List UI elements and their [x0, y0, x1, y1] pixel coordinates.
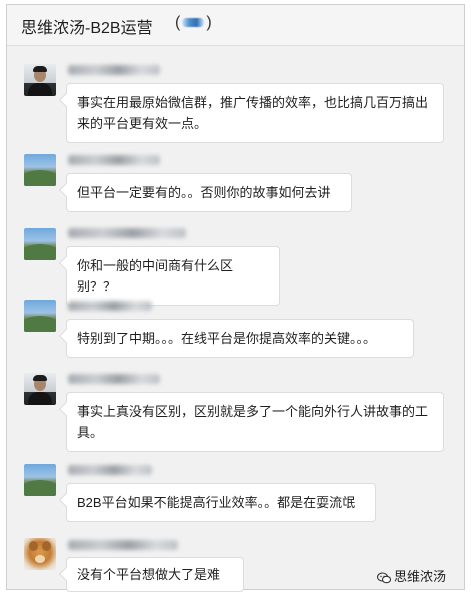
blurred-sender-name — [68, 540, 178, 550]
chat-header: 思维浓汤-B2B运营 () — [7, 5, 464, 46]
member-count: () — [175, 14, 212, 31]
blurred-sender-name — [68, 228, 186, 238]
message-bubble[interactable]: 但平台一定要有的。。否则你的故事如何去讲 — [66, 173, 352, 212]
blurred-sender-name — [68, 301, 152, 311]
blurred-member-count — [182, 18, 205, 28]
watermark: 思维浓汤 — [377, 566, 446, 585]
dog-avatar[interactable] — [24, 538, 56, 570]
blurred-sender-name — [68, 465, 152, 475]
message-text: 你和一般的中间商有什么区别？？ — [77, 258, 234, 294]
group-title[interactable]: 思维浓汤-B2B运营 — [21, 14, 153, 38]
message-bubble[interactable]: 没有个平台想做大了是难 — [66, 557, 244, 592]
message-bubble[interactable]: 特别到了中期。。。在线平台是你提高效率的关键。。。 — [66, 319, 414, 358]
message-text: 但平台一定要有的。。否则你的故事如何去讲 — [77, 185, 331, 200]
person-avatar[interactable] — [24, 64, 56, 96]
message-text: 事实在用最原始微信群，推广传播的效率，也比搞几百万搞出来的平台更有效一点。 — [77, 95, 429, 131]
message-text: B2B平台如果不能提高行业效率。。都是在耍流氓 — [77, 495, 356, 510]
message-bubble[interactable]: 事实上真没有区别，区别就是多了一个能向外行人讲故事的工具。 — [66, 392, 444, 452]
landscape-avatar[interactable] — [24, 464, 56, 496]
message-text: 事实上真没有区别，区别就是多了一个能向外行人讲故事的工具。 — [77, 404, 429, 440]
message-bubble[interactable]: 事实在用最原始微信群，推广传播的效率，也比搞几百万搞出来的平台更有效一点。 — [66, 83, 444, 143]
wechat-icon — [377, 572, 391, 583]
landscape-avatar[interactable] — [24, 300, 56, 332]
message-text: 没有个平台想做大了是难 — [77, 567, 221, 582]
landscape-avatar[interactable] — [24, 154, 56, 186]
blurred-sender-name — [68, 65, 160, 75]
message-bubble[interactable]: B2B平台如果不能提高行业效率。。都是在耍流氓 — [66, 483, 376, 522]
message-bubble[interactable]: 你和一般的中间商有什么区别？？ — [66, 246, 280, 306]
blurred-sender-name — [68, 155, 160, 165]
watermark-text: 思维浓汤 — [394, 569, 447, 584]
blurred-sender-name — [68, 374, 160, 384]
landscape-avatar[interactable] — [24, 228, 56, 260]
person-avatar[interactable] — [24, 373, 56, 405]
message-text: 特别到了中期。。。在线平台是你提高效率的关键。。。 — [77, 331, 377, 346]
